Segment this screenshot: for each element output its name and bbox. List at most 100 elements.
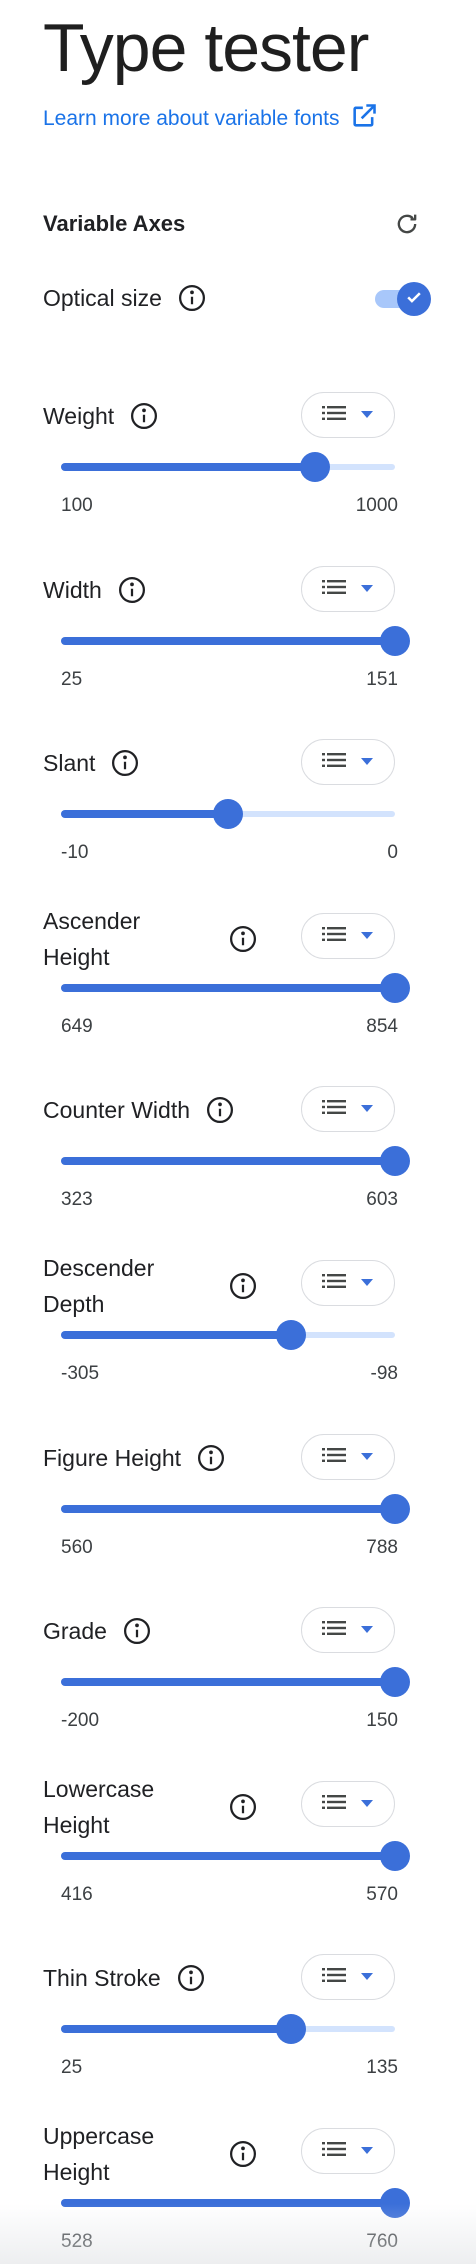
slider-fill	[61, 1505, 395, 1513]
caret-down-icon	[360, 406, 374, 424]
info-icon[interactable]	[227, 1791, 259, 1823]
axis-min-value: 25	[61, 2057, 83, 2078]
slider-thumb[interactable]	[380, 973, 410, 1003]
axis-row: Thin Stroke 25 135	[43, 1946, 398, 2086]
slider-thumb[interactable]	[380, 1667, 410, 1697]
list-icon	[322, 1098, 346, 1121]
axis-row: Slant -10 0	[43, 731, 398, 871]
axis-slider[interactable]	[61, 452, 395, 482]
axis-presets-dropdown[interactable]	[301, 1781, 395, 1827]
axis-row: Counter Width 323 603	[43, 1078, 410, 1218]
caret-down-icon	[360, 2142, 374, 2160]
info-icon[interactable]	[128, 400, 160, 432]
list-icon	[322, 2140, 346, 2163]
axis-min-value: -200	[61, 1710, 100, 1731]
caret-down-icon	[360, 1100, 374, 1118]
axis-slider[interactable]	[61, 626, 410, 656]
axis-min-value: 649	[61, 1016, 93, 1037]
info-icon[interactable]	[175, 1962, 207, 1994]
type-tester-panel: Type tester Learn more about variable fo…	[43, 0, 431, 2252]
slider-thumb[interactable]	[380, 1841, 410, 1871]
slider-thumb[interactable]	[300, 452, 330, 482]
axis-label-group: Slant	[43, 745, 141, 781]
axis-presets-dropdown[interactable]	[301, 566, 395, 612]
axis-min-value: 560	[61, 1537, 93, 1558]
axis-presets-dropdown[interactable]	[301, 1434, 395, 1480]
variable-axes-title: Variable Axes	[43, 211, 186, 236]
optical-size-toggle[interactable]	[375, 282, 431, 316]
slider-thumb[interactable]	[380, 626, 410, 656]
axis-presets-dropdown[interactable]	[301, 1086, 395, 1132]
axis-slider[interactable]	[61, 1841, 410, 1871]
axis-label: Slant	[43, 750, 96, 776]
info-icon[interactable]	[121, 1615, 153, 1647]
axis-slider[interactable]	[61, 1667, 410, 1697]
slider-thumb[interactable]	[380, 1146, 410, 1176]
axis-slider[interactable]	[61, 973, 410, 1003]
axis-slider[interactable]	[61, 2014, 395, 2044]
axis-label: Ascender Height	[43, 908, 141, 970]
variable-axes-header: Variable Axes	[43, 204, 423, 244]
axis-label-group: Figure Height	[43, 1440, 227, 1476]
caret-down-icon	[360, 1448, 374, 1466]
slider-fill	[61, 2199, 395, 2207]
axis-max-value: 854	[366, 1016, 398, 1037]
slider-thumb[interactable]	[380, 1494, 410, 1524]
info-icon[interactable]	[109, 747, 141, 779]
slider-fill	[61, 1157, 395, 1165]
axis-max-value: 151	[366, 669, 398, 690]
slider-thumb[interactable]	[380, 2188, 410, 2218]
axis-label: Counter Width	[43, 1097, 191, 1123]
optical-size-label: Optical size	[43, 285, 162, 311]
axis-presets-dropdown[interactable]	[301, 913, 395, 959]
axis-label-group: Ascender Height	[43, 903, 259, 975]
axis-min-value: -10	[61, 842, 89, 863]
info-icon[interactable]	[176, 282, 208, 314]
axis-label-group: Lowercase Height	[43, 1771, 259, 1843]
axis-header: Weight	[43, 384, 398, 448]
info-icon[interactable]	[204, 1094, 236, 1126]
slider-thumb[interactable]	[213, 799, 243, 829]
axis-label-group: Uppercase Height	[43, 2118, 259, 2190]
axis-slider[interactable]	[61, 1494, 410, 1524]
list-icon	[322, 1619, 346, 1642]
axis-presets-dropdown[interactable]	[301, 2128, 395, 2174]
axis-slider[interactable]	[61, 799, 395, 829]
axis-header: Grade	[43, 1599, 398, 1663]
axis-presets-dropdown[interactable]	[301, 739, 395, 785]
caret-down-icon	[360, 927, 374, 945]
slider-thumb[interactable]	[276, 1320, 306, 1350]
axis-max-value: 760	[366, 2231, 398, 2252]
check-icon	[404, 287, 424, 312]
axis-label-group: Grade	[43, 1613, 153, 1649]
list-icon	[322, 1793, 346, 1816]
axis-presets-dropdown[interactable]	[301, 392, 395, 438]
optical-size-row: Optical size	[43, 278, 431, 318]
axis-max-value: 603	[366, 1189, 398, 1210]
axis-presets-dropdown[interactable]	[301, 1607, 395, 1653]
axis-presets-dropdown[interactable]	[301, 1954, 395, 2000]
axis-presets-dropdown[interactable]	[301, 1260, 395, 1306]
info-icon[interactable]	[227, 923, 259, 955]
list-icon	[322, 925, 346, 948]
info-icon[interactable]	[195, 1442, 227, 1474]
info-icon[interactable]	[227, 1270, 259, 1302]
axis-header: Thin Stroke	[43, 1946, 398, 2010]
slider-fill	[61, 463, 315, 471]
info-icon[interactable]	[116, 574, 148, 606]
axis-slider[interactable]	[61, 1320, 395, 1350]
axis-max-value: -98	[370, 1363, 398, 1384]
axis-slider[interactable]	[61, 2188, 410, 2218]
toggle-thumb	[397, 282, 431, 316]
slider-thumb[interactable]	[276, 2014, 306, 2044]
reset-icon[interactable]	[391, 208, 423, 240]
info-icon[interactable]	[227, 2138, 259, 2170]
learn-more-link[interactable]: Learn more about variable fonts	[43, 102, 398, 136]
axis-header: Descender Depth	[43, 1252, 398, 1317]
slider-fill	[61, 1678, 395, 1686]
list-icon	[322, 404, 346, 427]
axis-label: Weight	[43, 403, 115, 429]
axis-slider[interactable]	[61, 1146, 410, 1176]
list-icon	[322, 578, 346, 601]
caret-down-icon	[360, 1621, 374, 1639]
